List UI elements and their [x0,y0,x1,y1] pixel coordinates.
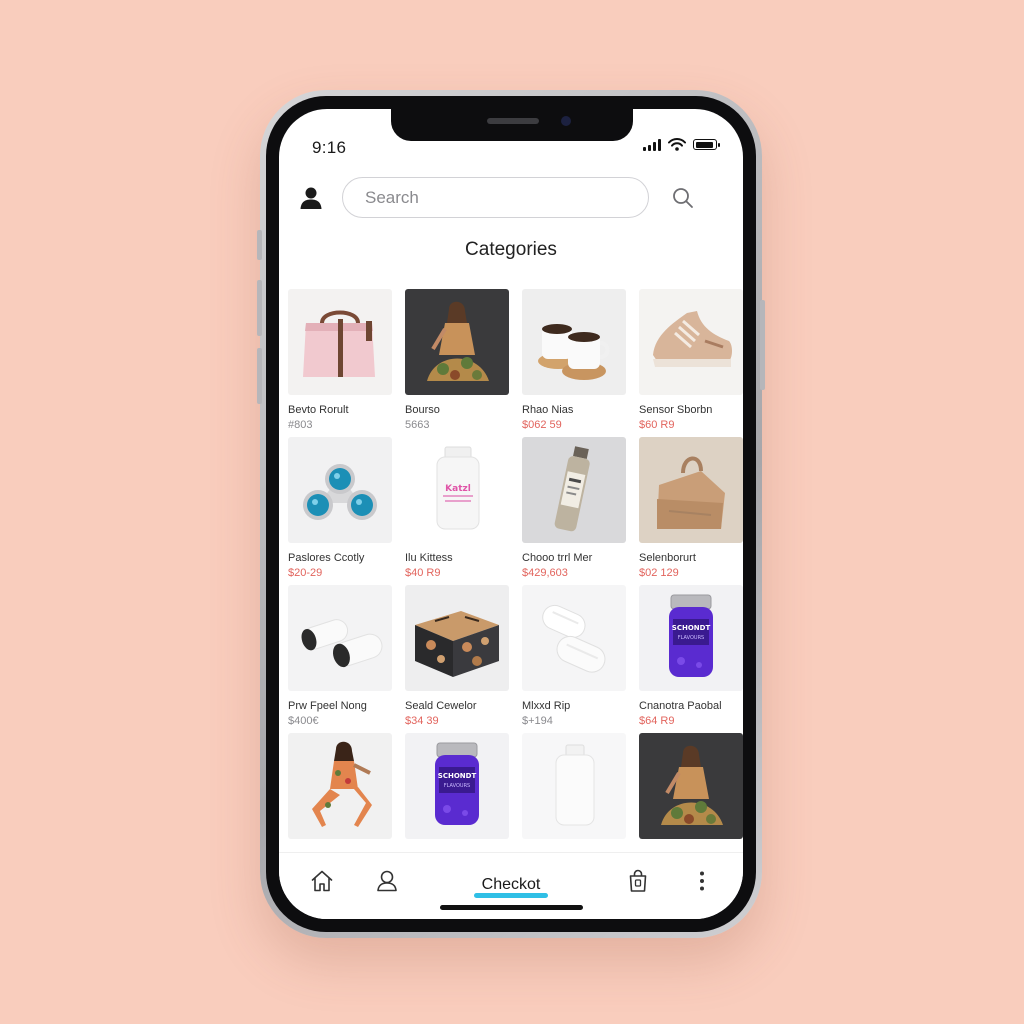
product-grid: Bevto Rorult #803 Bourso 5663 Rhao Nias $06… [288,289,743,852]
product-name: Seald Cewelor [405,700,477,712]
product-name: Sensor Sborbn [639,404,713,416]
product-price: $062 59 [522,419,562,431]
product-image[interactable] [639,437,743,543]
product-image[interactable] [522,733,626,839]
volume-up-button [257,280,262,336]
bag-icon[interactable] [625,868,651,894]
signal-icon [643,138,661,151]
product-price: 5663 [405,419,430,431]
profile-icon[interactable] [374,868,400,894]
search-icon[interactable] [671,186,695,210]
product-card[interactable]: Rhao Nias $062 59 [522,289,626,437]
svg-text:Katzl: Katzl [445,484,471,494]
svg-text:SCHONDT: SCHONDT [672,624,711,632]
product-image[interactable] [522,289,626,395]
product-name: Rhao Nias [522,404,574,416]
product-price: $64 R9 [639,715,675,727]
product-image[interactable] [522,585,626,691]
product-price: $60 R9 [639,419,675,431]
product-image[interactable] [405,585,509,691]
product-name: Selenborurt [639,552,696,564]
product-price: $429,603 [522,567,568,579]
product-card[interactable]: Katzl Ilu Kittess $40 R9 [405,437,509,585]
product-name: Ilu Kittess [405,552,453,564]
more-icon[interactable] [689,868,715,894]
product-name: Paslores Ccotly [288,552,365,564]
product-image[interactable]: SCHONDT FLAVOURS [405,733,509,839]
front-camera [561,116,571,126]
product-card[interactable]: SCHONDT FLAVOURS Cnanotra Paobal $64 R9 [639,585,743,733]
product-price: $400€ [288,715,319,727]
phone-screen: 9:16 Categories [279,109,743,919]
product-image[interactable] [288,585,392,691]
product-card[interactable]: Seald Cewelor $34 39 [405,585,509,733]
product-card[interactable]: Selenborurt $02 129 [639,437,743,585]
product-name: Bevto Rorult [288,404,349,416]
product-card[interactable]: Prw Fpeel Nong $400€ [288,585,392,733]
earpiece-speaker [487,118,539,124]
section-title: Categories [465,239,557,260]
product-name: Mlxxd Rip [522,700,571,712]
user-icon[interactable] [300,186,322,210]
product-price: $02 129 [639,567,679,579]
power-button [760,300,765,390]
home-icon[interactable] [309,868,335,894]
product-price: #803 [288,419,313,431]
volume-down-button [257,348,262,404]
product-image[interactable] [639,289,743,395]
status-icons [643,138,720,151]
product-card[interactable] [639,733,743,852]
product-card[interactable]: Bourso 5663 [405,289,509,437]
battery-icon [693,139,720,150]
product-card[interactable] [522,733,626,852]
product-name: Prw Fpeel Nong [288,700,367,712]
phone-frame: 9:16 Categories [257,90,765,938]
product-image[interactable] [288,437,392,543]
product-card[interactable]: Chooo trrl Mer $429,603 [522,437,626,585]
product-image[interactable]: Katzl [405,437,509,543]
product-card[interactable]: Sensor Sborbn $60 R9 [639,289,743,437]
checkout-button[interactable]: Checkot [465,865,557,905]
product-price: $34 39 [405,715,439,727]
product-card[interactable]: Mlxxd Rip $+194 [522,585,626,733]
product-name: Chooo trrl Mer [522,552,593,564]
svg-text:FLAVOURS: FLAVOURS [444,783,470,789]
product-price: $20-29 [288,567,323,579]
home-indicator[interactable] [440,905,583,910]
product-name: Cnanotra Paobal [639,700,722,712]
svg-text:FLAVOURS: FLAVOURS [678,635,704,641]
product-price: $+194 [522,715,553,727]
search-input[interactable] [342,177,649,218]
active-tab-indicator [474,893,548,898]
wifi-icon [668,138,686,151]
search-bar [279,177,743,219]
product-image[interactable]: SCHONDT FLAVOURS [639,585,743,691]
product-image[interactable] [288,289,392,395]
product-image[interactable] [288,733,392,839]
product-card[interactable]: Bevto Rorult #803 [288,289,392,437]
product-image[interactable] [522,437,626,543]
product-name: Bourso [405,404,440,416]
silent-switch [257,230,262,260]
svg-text:SCHONDT: SCHONDT [438,772,477,780]
product-image[interactable] [405,289,509,395]
product-card[interactable] [288,733,392,852]
product-price: $40 R9 [405,567,441,579]
battery-level [695,141,713,148]
status-time: 9:16 [312,138,347,157]
product-card[interactable]: SCHONDT FLAVOURS [405,733,509,852]
product-card[interactable]: Paslores Ccotly $20-29 [288,437,392,585]
notch [391,109,633,141]
product-image[interactable] [639,733,743,839]
